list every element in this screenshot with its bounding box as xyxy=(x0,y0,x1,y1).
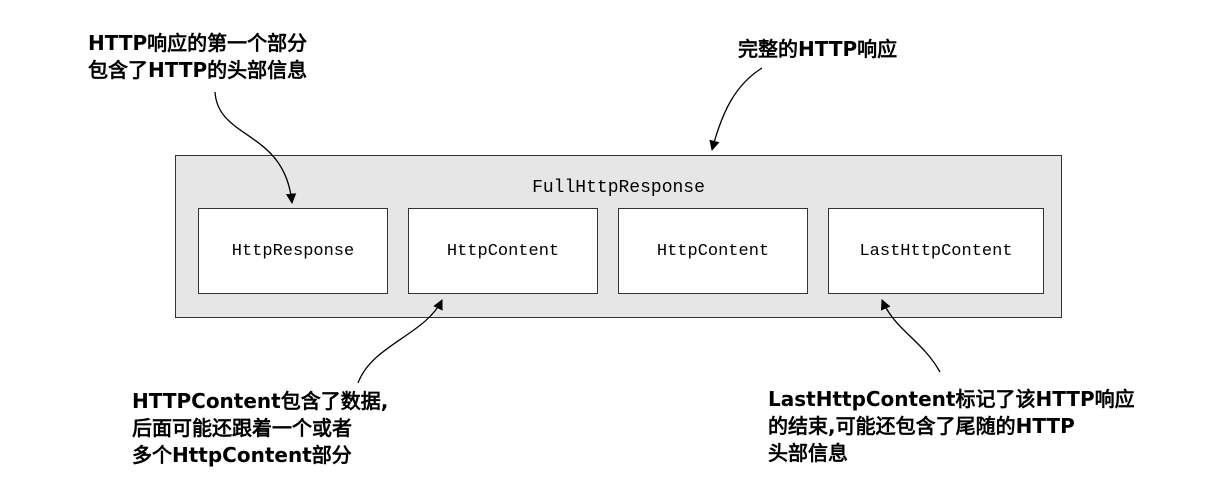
callout-content: HTTPContent包含了数据, 后面可能还跟着一个或者 多个HttpCont… xyxy=(132,388,388,469)
part-label: HttpContent xyxy=(656,241,770,261)
callout-line: 头部信息 xyxy=(768,441,848,465)
callout-line: 包含了HTTP的头部信息 xyxy=(88,58,308,82)
full-http-response-label: FullHttpResponse xyxy=(532,178,705,198)
callout-line: 后面可能还跟着一个或者 xyxy=(132,416,352,440)
http-content-box: HttpContent xyxy=(618,208,808,294)
last-http-content-box: LastHttpContent xyxy=(828,208,1044,294)
callout-line: LastHttpContent标记了该HTTP响应 xyxy=(768,387,1135,411)
callout-line: 完整的HTTP响应 xyxy=(738,37,898,61)
callout-line: 多个HttpContent部分 xyxy=(132,443,352,467)
callout-first-part: HTTP响应的第一个部分 包含了HTTP的头部信息 xyxy=(88,30,307,84)
arrow-to-full-response xyxy=(709,67,763,152)
callout-line: 的结束,可能还包含了尾随的HTTP xyxy=(768,414,1075,438)
http-response-box: HttpResponse xyxy=(198,208,388,294)
part-label: LastHttpContent xyxy=(859,241,1013,261)
part-label: HttpResponse xyxy=(231,241,355,261)
callout-line: HTTP响应的第一个部分 xyxy=(88,31,308,55)
part-label: HttpContent xyxy=(446,241,560,261)
callout-full-response: 完整的HTTP响应 xyxy=(738,36,897,63)
callout-last-content: LastHttpContent标记了该HTTP响应 的结束,可能还包含了尾随的H… xyxy=(768,386,1135,467)
http-content-box: HttpContent xyxy=(408,208,598,294)
callout-line: HTTPContent包含了数据, xyxy=(132,389,389,413)
